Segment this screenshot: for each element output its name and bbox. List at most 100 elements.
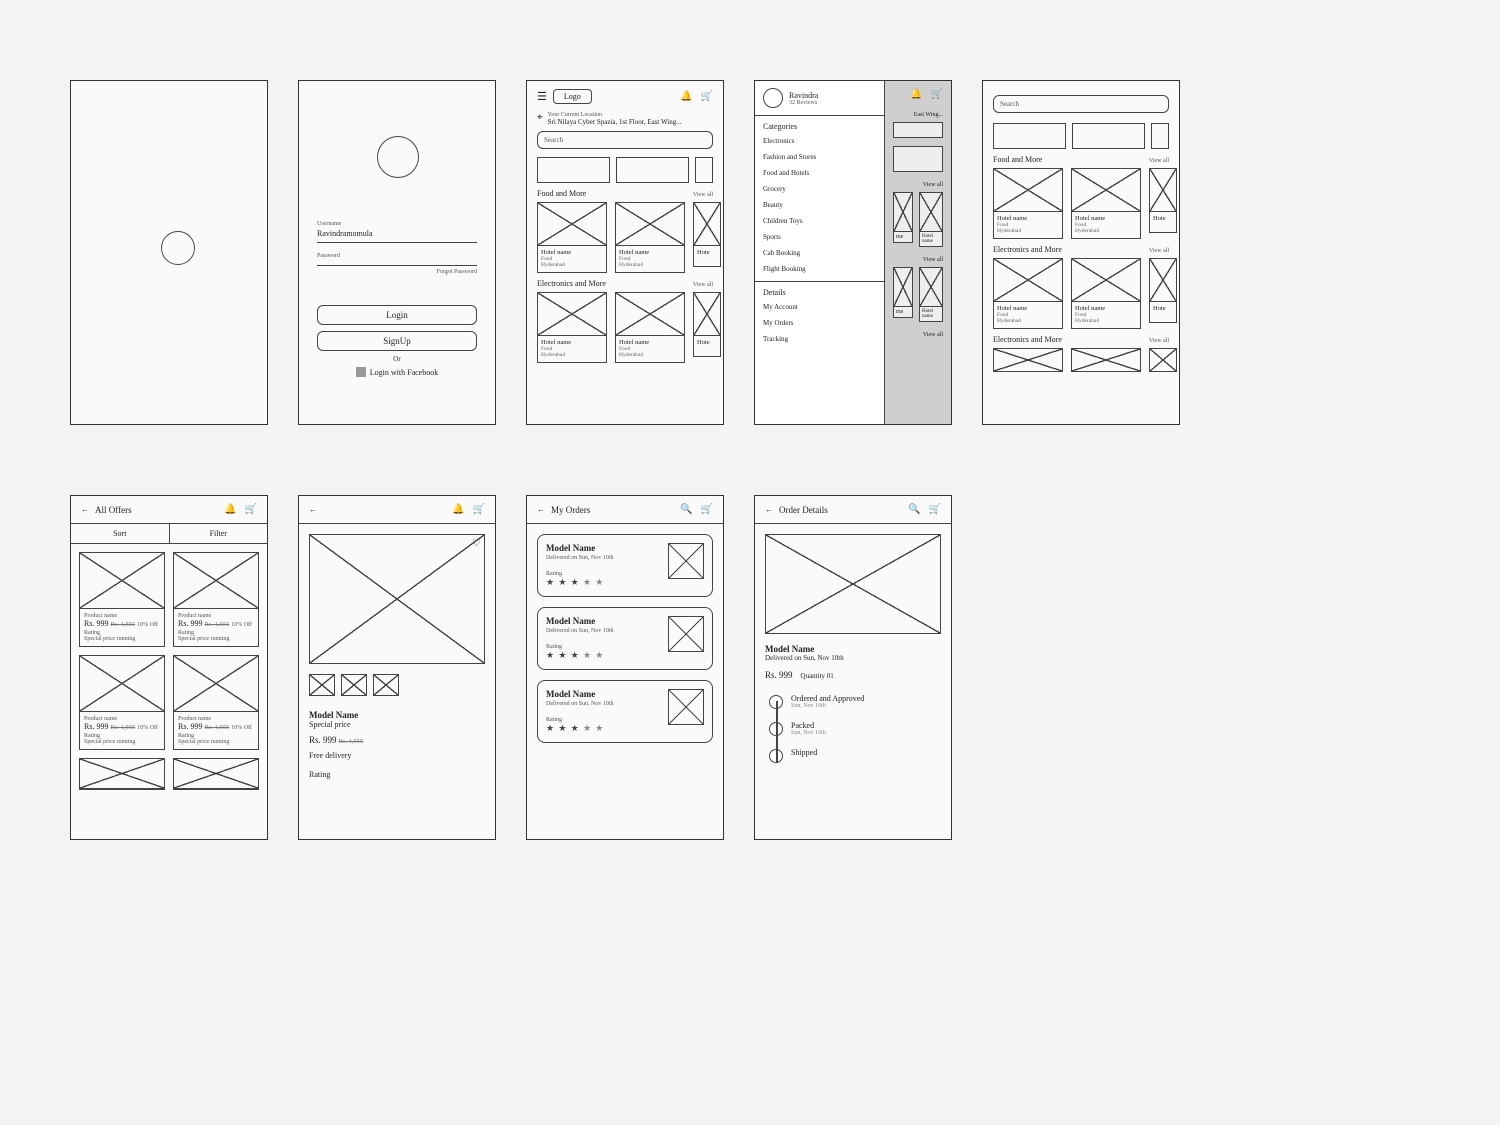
- item-card[interactable]: Hotel nameFoodHyderabad: [615, 202, 685, 273]
- login-button[interactable]: Login: [317, 305, 477, 325]
- bell-icon: 🔔: [910, 89, 922, 100]
- order-price: Rs. 999: [765, 670, 793, 680]
- menu-item[interactable]: Grocery: [763, 181, 876, 197]
- promo-tile[interactable]: [537, 157, 610, 183]
- cart-icon[interactable]: 🛒: [701, 504, 713, 515]
- or-label: Or: [317, 355, 477, 363]
- view-all-link[interactable]: View all: [693, 282, 713, 288]
- menu-item[interactable]: Children Toys: [763, 213, 876, 229]
- item-card[interactable]: Hotel nameFoodHyderabad: [537, 292, 607, 363]
- menu-item[interactable]: Food and Hotels: [763, 165, 876, 181]
- cart-icon[interactable]: 🛒: [473, 504, 485, 515]
- item-card[interactable]: Hotel nameFoodHyderabad: [615, 292, 685, 363]
- item-card[interactable]: Hote: [1149, 258, 1177, 329]
- offer-card[interactable]: Product name Rs. 999 Rs. 1,555 10% Off R…: [79, 552, 165, 647]
- delivery-info: Free delivery: [309, 751, 485, 760]
- item-card[interactable]: Hote: [1149, 348, 1177, 372]
- product-title: Model Name: [309, 710, 485, 720]
- promo-tile[interactable]: [1072, 123, 1145, 149]
- splash-frame: [70, 80, 268, 425]
- promo-tile[interactable]: [1151, 123, 1169, 149]
- item-card[interactable]: Hotel nameFoodHyderabad: [993, 168, 1063, 239]
- view-all-link[interactable]: View all: [1149, 338, 1169, 344]
- menu-item[interactable]: Cab Booking: [763, 245, 876, 261]
- promo-tile[interactable]: [993, 123, 1066, 149]
- filter-button[interactable]: Filter: [170, 524, 268, 543]
- item-card[interactable]: Hotel nameFoodHyderabad: [993, 258, 1063, 329]
- username-input[interactable]: Ravindramomula: [317, 227, 477, 243]
- logo-circle: [161, 231, 195, 265]
- menu-icon[interactable]: ☰: [537, 90, 547, 103]
- menu-item[interactable]: My Account: [763, 299, 876, 315]
- back-icon[interactable]: ←: [81, 505, 89, 514]
- item-card[interactable]: Hotel nameFoodHyderabad: [1071, 258, 1141, 329]
- search-icon[interactable]: 🔍: [908, 504, 920, 515]
- delivered-label: Delivered on Sun, Nov 10th: [765, 654, 941, 662]
- product-detail-frame: ← 🔔 🛒 ♡ Model Name Special price Rs. 999…: [298, 495, 496, 840]
- password-input[interactable]: [317, 259, 477, 266]
- user-name: Ravindra: [789, 91, 818, 100]
- search-input[interactable]: Search: [993, 95, 1169, 113]
- menu-item[interactable]: My Orders: [763, 315, 876, 331]
- search-icon[interactable]: 🔍: [680, 504, 692, 515]
- offer-card[interactable]: Product name Rs. 999 Rs. 1,555 10% Off R…: [173, 655, 259, 750]
- order-detail-frame: ← Order Details 🔍 🛒 Model Name Delivered…: [754, 495, 952, 840]
- offer-card[interactable]: Product name Rs. 999 Rs. 1,555 10% Off R…: [173, 552, 259, 647]
- menu-item[interactable]: Sports: [763, 229, 876, 245]
- cart-icon[interactable]: 🛒: [701, 91, 713, 102]
- avatar-circle: [377, 136, 419, 178]
- order-card[interactable]: Model Name Delivered on Sun, Nov 10th Ra…: [537, 607, 713, 670]
- sort-button[interactable]: Sort: [71, 524, 170, 543]
- signup-button[interactable]: SignUp: [317, 331, 477, 351]
- view-all-link[interactable]: View all: [693, 192, 713, 198]
- login-frame: Username Ravindramomula Password Forgot …: [298, 80, 496, 425]
- item-card[interactable]: Hotel nameFoodHyderabad: [1071, 168, 1141, 239]
- cart-icon[interactable]: 🛒: [245, 504, 257, 515]
- page-title: All Offers: [95, 505, 132, 515]
- menu-item[interactable]: Fashion and Stores: [763, 149, 876, 165]
- product-title: Model Name: [765, 644, 941, 654]
- order-card[interactable]: Model Name Delivered on Sun, Nov 10th Ra…: [537, 680, 713, 743]
- back-icon[interactable]: ←: [537, 505, 545, 514]
- back-icon[interactable]: ←: [309, 505, 317, 514]
- timeline-step: Ordered and ApprovedSun, Nov 10th: [769, 694, 941, 709]
- location-value[interactable]: Sri Nilaya Cyber Spazia, 1st Floor, East…: [548, 118, 682, 126]
- item-card[interactable]: Hotel nameFoodHyderabad: [993, 348, 1063, 372]
- menu-item[interactable]: Tracking: [763, 331, 876, 347]
- item-card[interactable]: Hotel nameFoodHyderabad: [1071, 348, 1141, 372]
- cart-icon[interactable]: 🛒: [929, 504, 941, 515]
- page-title: My Orders: [551, 505, 590, 515]
- promo-tile[interactable]: [616, 157, 689, 183]
- thumbnail[interactable]: [309, 674, 335, 696]
- bell-icon[interactable]: 🔔: [224, 504, 236, 515]
- timeline-step: Shipped: [769, 748, 941, 763]
- offer-card[interactable]: [173, 758, 259, 790]
- item-card[interactable]: Hote: [1149, 168, 1177, 239]
- offer-card[interactable]: [79, 758, 165, 790]
- thumbnail[interactable]: [373, 674, 399, 696]
- orders-frame: ← My Orders 🔍 🛒 Model Name Delivered on …: [526, 495, 724, 840]
- drawer-menu: Ravindra 32 Reviews Categories Electroni…: [755, 81, 885, 424]
- timeline-step: PackedSun, Nov 10th: [769, 721, 941, 736]
- item-card[interactable]: Hote: [693, 292, 721, 363]
- facebook-login-button[interactable]: Login with Facebook: [317, 367, 477, 377]
- offer-card[interactable]: Product name Rs. 999 Rs. 1,555 10% Off R…: [79, 655, 165, 750]
- avatar-circle[interactable]: [763, 88, 783, 108]
- menu-item[interactable]: Electronics: [763, 133, 876, 149]
- item-card[interactable]: Hotel nameFoodHyderabad: [537, 202, 607, 273]
- heart-icon[interactable]: ♡: [472, 538, 481, 549]
- bell-icon[interactable]: 🔔: [680, 91, 692, 102]
- menu-item[interactable]: Beauty: [763, 197, 876, 213]
- item-card[interactable]: Hote: [693, 202, 721, 273]
- bell-icon[interactable]: 🔔: [452, 504, 464, 515]
- logo-badge: Logo: [553, 89, 592, 104]
- order-card[interactable]: Model Name Delivered on Sun, Nov 10th Ra…: [537, 534, 713, 597]
- view-all-link[interactable]: View all: [1149, 248, 1169, 254]
- back-icon[interactable]: ←: [765, 505, 773, 514]
- view-all-link[interactable]: View all: [1149, 158, 1169, 164]
- menu-item[interactable]: Flight Booking: [763, 261, 876, 277]
- promo-tile[interactable]: [695, 157, 713, 183]
- thumbnail[interactable]: [341, 674, 367, 696]
- rating-label: Rating: [309, 770, 485, 779]
- search-input[interactable]: Search: [537, 131, 713, 149]
